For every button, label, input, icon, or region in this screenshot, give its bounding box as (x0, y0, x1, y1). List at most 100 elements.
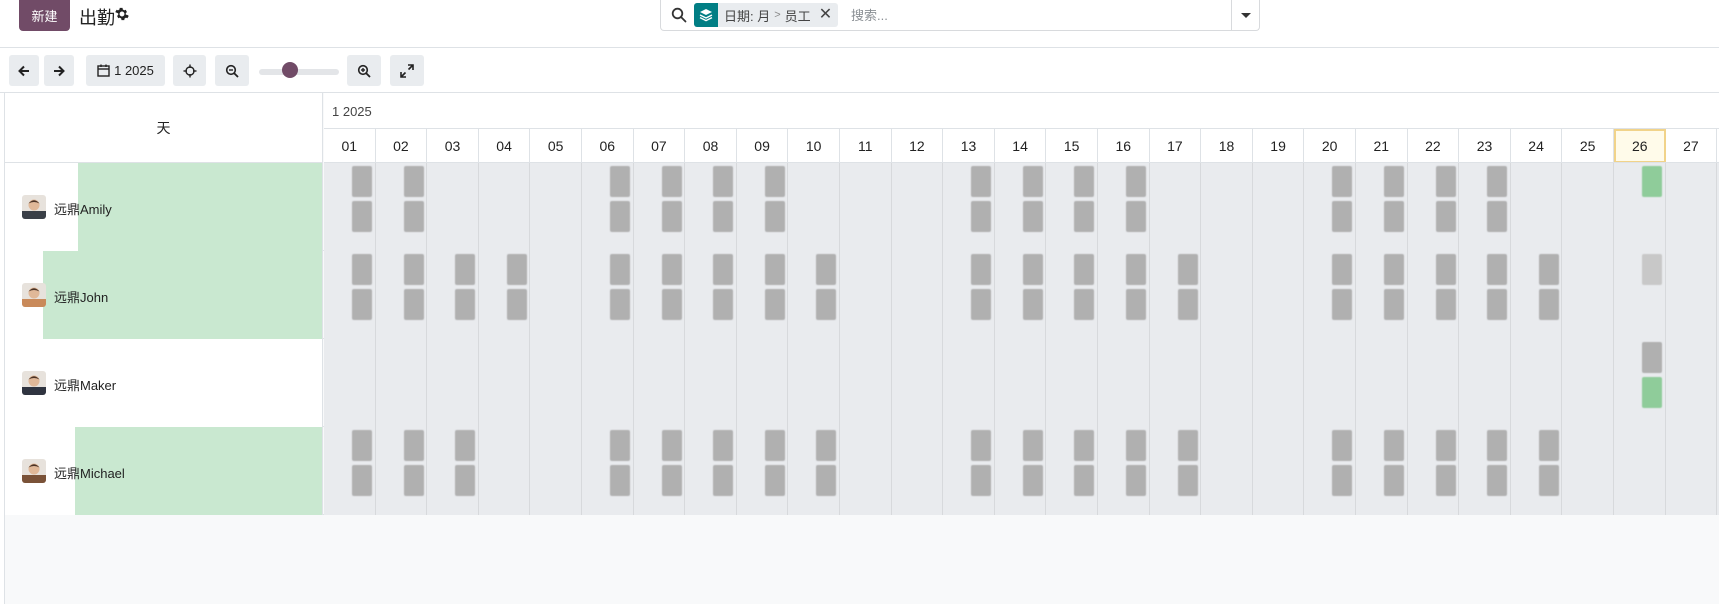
attendance-pill[interactable] (1126, 166, 1146, 197)
attendance-pill[interactable] (1022, 201, 1043, 232)
attendance-pill[interactable] (1126, 201, 1146, 232)
attendance-pill[interactable] (1332, 430, 1353, 461)
zoom-in-button[interactable] (347, 55, 381, 86)
attendance-pill[interactable] (764, 465, 785, 496)
attendance-pill[interactable] (1177, 254, 1198, 285)
attendance-pill[interactable] (1022, 166, 1043, 197)
next-button[interactable] (44, 55, 74, 86)
gantt-cells[interactable] (324, 427, 1719, 515)
fullscreen-button[interactable] (390, 55, 424, 86)
attendance-pill[interactable] (1074, 289, 1095, 320)
attendance-pill[interactable] (1384, 289, 1404, 320)
attendance-pill[interactable] (1384, 201, 1404, 232)
attendance-pill[interactable] (403, 166, 424, 197)
attendance-pill[interactable] (764, 430, 785, 461)
attendance-pill[interactable] (1487, 289, 1508, 320)
attendance-pill[interactable] (1642, 342, 1662, 373)
row-header[interactable]: 远鼎Michael (5, 427, 323, 515)
attendance-pill[interactable] (403, 465, 424, 496)
attendance-pill[interactable] (455, 465, 476, 496)
attendance-pill[interactable] (610, 430, 630, 461)
attendance-pill[interactable] (661, 465, 682, 496)
attendance-pill[interactable] (1487, 430, 1508, 461)
attendance-pill[interactable] (506, 289, 527, 320)
search-input[interactable] (851, 4, 1181, 26)
attendance-pill[interactable] (1022, 254, 1043, 285)
attendance-pill[interactable] (971, 254, 992, 285)
attendance-pill[interactable] (352, 166, 372, 197)
attendance-pill[interactable] (661, 166, 682, 197)
attendance-pill[interactable] (1384, 465, 1404, 496)
previous-button[interactable] (9, 55, 39, 86)
attendance-pill[interactable] (816, 465, 837, 496)
attendance-pill[interactable] (352, 201, 372, 232)
attendance-pill[interactable] (764, 201, 785, 232)
row-header[interactable]: 远鼎Maker (5, 339, 323, 427)
attendance-pill[interactable] (610, 201, 630, 232)
gantt-cells[interactable] (324, 163, 1719, 251)
attendance-pill[interactable] (1177, 289, 1198, 320)
attendance-pill[interactable] (816, 289, 837, 320)
attendance-pill[interactable] (971, 289, 992, 320)
attendance-pill[interactable] (1435, 201, 1456, 232)
attendance-pill[interactable] (1074, 166, 1095, 197)
attendance-pill[interactable] (352, 430, 372, 461)
attendance-pill[interactable] (713, 254, 734, 285)
attendance-pill[interactable] (1332, 465, 1353, 496)
attendance-pill[interactable] (661, 254, 682, 285)
attendance-pill[interactable] (1642, 254, 1662, 285)
attendance-pill[interactable] (764, 254, 785, 285)
attendance-pill[interactable] (971, 201, 992, 232)
attendance-pill[interactable] (713, 201, 734, 232)
attendance-pill[interactable] (1126, 289, 1146, 320)
attendance-pill[interactable] (610, 166, 630, 197)
attendance-pill[interactable] (1538, 289, 1559, 320)
attendance-pill[interactable] (1435, 166, 1456, 197)
attendance-pill[interactable] (403, 289, 424, 320)
attendance-pill[interactable] (1332, 254, 1353, 285)
attendance-pill[interactable] (816, 430, 837, 461)
gantt-cells[interactable] (324, 339, 1719, 427)
attendance-pill[interactable] (1384, 166, 1404, 197)
attendance-pill[interactable] (1126, 430, 1146, 461)
attendance-pill[interactable] (713, 465, 734, 496)
attendance-pill[interactable] (1435, 289, 1456, 320)
attendance-pill[interactable] (1435, 254, 1456, 285)
attendance-pill[interactable] (1022, 430, 1043, 461)
attendance-pill[interactable] (1487, 201, 1508, 232)
attendance-pill[interactable] (1332, 201, 1353, 232)
attendance-pill[interactable] (713, 289, 734, 320)
attendance-pill[interactable] (455, 430, 476, 461)
attendance-pill[interactable] (1642, 166, 1662, 197)
attendance-pill[interactable] (971, 430, 992, 461)
search-options-toggle[interactable] (1231, 0, 1259, 30)
attendance-pill[interactable] (1074, 430, 1095, 461)
attendance-pill[interactable] (1384, 430, 1404, 461)
attendance-pill[interactable] (1487, 465, 1508, 496)
attendance-pill[interactable] (455, 254, 476, 285)
attendance-pill[interactable] (352, 254, 372, 285)
attendance-pill[interactable] (352, 289, 372, 320)
zoom-slider[interactable] (259, 69, 339, 75)
attendance-pill[interactable] (816, 254, 837, 285)
attendance-pill[interactable] (971, 166, 992, 197)
attendance-pill[interactable] (1332, 289, 1353, 320)
attendance-pill[interactable] (352, 465, 372, 496)
attendance-pill[interactable] (661, 430, 682, 461)
attendance-pill[interactable] (610, 289, 630, 320)
attendance-pill[interactable] (1074, 201, 1095, 232)
attendance-pill[interactable] (1384, 254, 1404, 285)
attendance-pill[interactable] (1435, 465, 1456, 496)
attendance-pill[interactable] (610, 465, 630, 496)
attendance-pill[interactable] (1177, 430, 1198, 461)
attendance-pill[interactable] (971, 465, 992, 496)
attendance-pill[interactable] (1538, 430, 1559, 461)
new-button[interactable]: 新建 (19, 0, 70, 31)
attendance-pill[interactable] (403, 201, 424, 232)
attendance-pill[interactable] (455, 289, 476, 320)
attendance-pill[interactable] (1022, 289, 1043, 320)
attendance-pill[interactable] (610, 254, 630, 285)
zoom-out-button[interactable] (215, 55, 249, 86)
attendance-pill[interactable] (661, 201, 682, 232)
attendance-pill[interactable] (1435, 430, 1456, 461)
